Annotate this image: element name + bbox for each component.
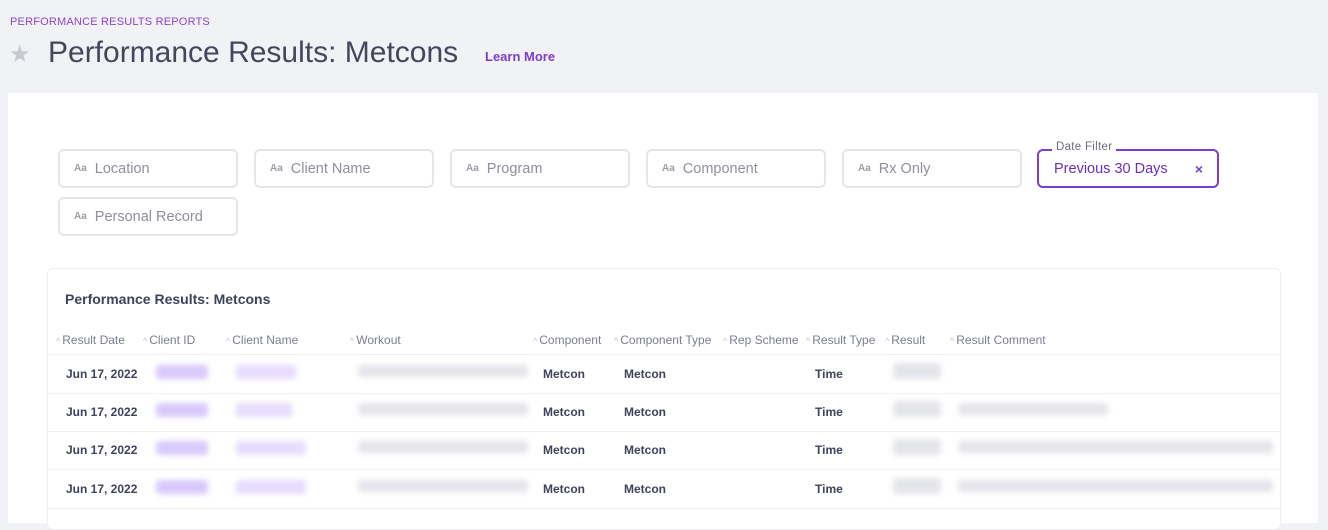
sort-caret-icon: ^ xyxy=(950,336,955,346)
client-name-filter[interactable]: Aa Client Name xyxy=(254,149,434,188)
redacted-result-comment xyxy=(958,403,1108,415)
location-filter[interactable]: Aa Location xyxy=(58,149,238,188)
redacted-workout xyxy=(358,403,528,415)
column-header-result[interactable]: ^ Result xyxy=(885,333,925,347)
component-type-cell: Metcon xyxy=(624,367,666,381)
column-header-result-type[interactable]: ^ Result Type xyxy=(806,333,875,347)
filter-label: Personal Record xyxy=(94,208,203,225)
component-type-cell: Metcon xyxy=(624,443,666,457)
sort-caret-icon: ^ xyxy=(885,336,890,346)
report-panel: Aa Location Aa Client Name Aa Program Aa… xyxy=(8,93,1318,530)
column-header-client-id[interactable]: ^ Client ID xyxy=(143,333,195,347)
close-icon[interactable]: × xyxy=(1195,161,1203,177)
redacted-client-id xyxy=(156,403,208,417)
column-header-result-date[interactable]: ^ Result Date xyxy=(56,333,125,347)
component-cell: Metcon xyxy=(543,482,585,496)
result-date-cell: Jun 17, 2022 xyxy=(66,367,138,381)
text-type-icon: Aa xyxy=(270,163,283,174)
redacted-client-id xyxy=(156,441,208,455)
results-table: Performance Results: Metcons ^ Result Dat… xyxy=(47,268,1281,530)
table-title: Performance Results: Metcons xyxy=(65,291,271,307)
rx-only-filter[interactable]: Aa Rx Only xyxy=(842,149,1022,188)
text-type-icon: Aa xyxy=(466,163,479,174)
result-type-cell: Time xyxy=(815,443,843,457)
sort-caret-icon: ^ xyxy=(723,336,728,346)
sort-caret-icon: ^ xyxy=(143,336,148,346)
redacted-result xyxy=(893,478,941,494)
text-type-icon: Aa xyxy=(858,163,871,174)
star-icon[interactable]: ★ xyxy=(9,41,31,69)
column-header-component[interactable]: ^ Component xyxy=(533,333,601,347)
result-date-cell: Jun 17, 2022 xyxy=(66,482,138,496)
redacted-result xyxy=(893,439,941,455)
redacted-workout xyxy=(358,480,528,492)
filter-label: Location xyxy=(94,160,150,177)
filter-label: Client Name xyxy=(290,160,371,177)
column-header-component-type[interactable]: ^ Component Type xyxy=(614,333,711,347)
row-divider xyxy=(48,508,1280,509)
component-type-cell: Metcon xyxy=(624,482,666,496)
column-header-rep-scheme[interactable]: ^ Rep Scheme xyxy=(723,333,799,347)
column-header-result-comment[interactable]: ^ Result Comment xyxy=(950,333,1046,347)
row-divider xyxy=(48,393,1280,394)
redacted-client-name xyxy=(236,441,306,455)
row-divider xyxy=(48,354,1280,355)
learn-more-link[interactable]: Learn More xyxy=(485,49,555,64)
redacted-client-name xyxy=(236,480,306,494)
redacted-workout xyxy=(358,441,528,453)
page-title: Performance Results: Metcons xyxy=(48,36,459,69)
sort-caret-icon: ^ xyxy=(350,336,355,346)
redacted-result xyxy=(893,363,941,379)
personal-record-filter[interactable]: Aa Personal Record xyxy=(58,197,238,236)
component-cell: Metcon xyxy=(543,367,585,381)
sort-caret-icon: ^ xyxy=(614,336,619,346)
text-type-icon: Aa xyxy=(662,163,675,174)
date-filter-label: Date Filter xyxy=(1052,141,1117,153)
date-filter-value: Previous 30 Days xyxy=(1054,160,1168,177)
redacted-result-comment xyxy=(958,441,1273,453)
component-filter[interactable]: Aa Component xyxy=(646,149,826,188)
sort-caret-icon: ^ xyxy=(533,336,538,346)
redacted-workout xyxy=(358,365,528,377)
result-type-cell: Time xyxy=(815,367,843,381)
redacted-client-name xyxy=(236,403,292,417)
row-divider xyxy=(48,431,1280,432)
component-cell: Metcon xyxy=(543,443,585,457)
filter-label: Rx Only xyxy=(878,160,931,177)
column-header-client-name[interactable]: ^ Client Name xyxy=(226,333,298,347)
sort-caret-icon: ^ xyxy=(56,336,61,346)
sort-caret-icon: ^ xyxy=(226,336,231,346)
result-type-cell: Time xyxy=(815,482,843,496)
redacted-result-comment xyxy=(958,480,1273,492)
redacted-result xyxy=(893,401,941,417)
component-type-cell: Metcon xyxy=(624,405,666,419)
breadcrumb[interactable]: PERFORMANCE RESULTS REPORTS xyxy=(10,16,210,28)
row-divider xyxy=(48,469,1280,470)
component-cell: Metcon xyxy=(543,405,585,419)
filter-label: Program xyxy=(486,160,543,177)
result-date-cell: Jun 17, 2022 xyxy=(66,405,138,419)
text-type-icon: Aa xyxy=(74,211,87,222)
result-type-cell: Time xyxy=(815,405,843,419)
sort-caret-icon: ^ xyxy=(806,336,811,346)
redacted-client-name xyxy=(236,365,296,379)
redacted-client-id xyxy=(156,365,208,379)
result-date-cell: Jun 17, 2022 xyxy=(66,443,138,457)
date-filter[interactable]: Date Filter Previous 30 Days × xyxy=(1037,141,1219,188)
program-filter[interactable]: Aa Program xyxy=(450,149,630,188)
column-header-workout[interactable]: ^ Workout xyxy=(350,333,401,347)
filter-label: Component xyxy=(682,160,758,177)
text-type-icon: Aa xyxy=(74,163,87,174)
redacted-client-id xyxy=(156,480,208,494)
